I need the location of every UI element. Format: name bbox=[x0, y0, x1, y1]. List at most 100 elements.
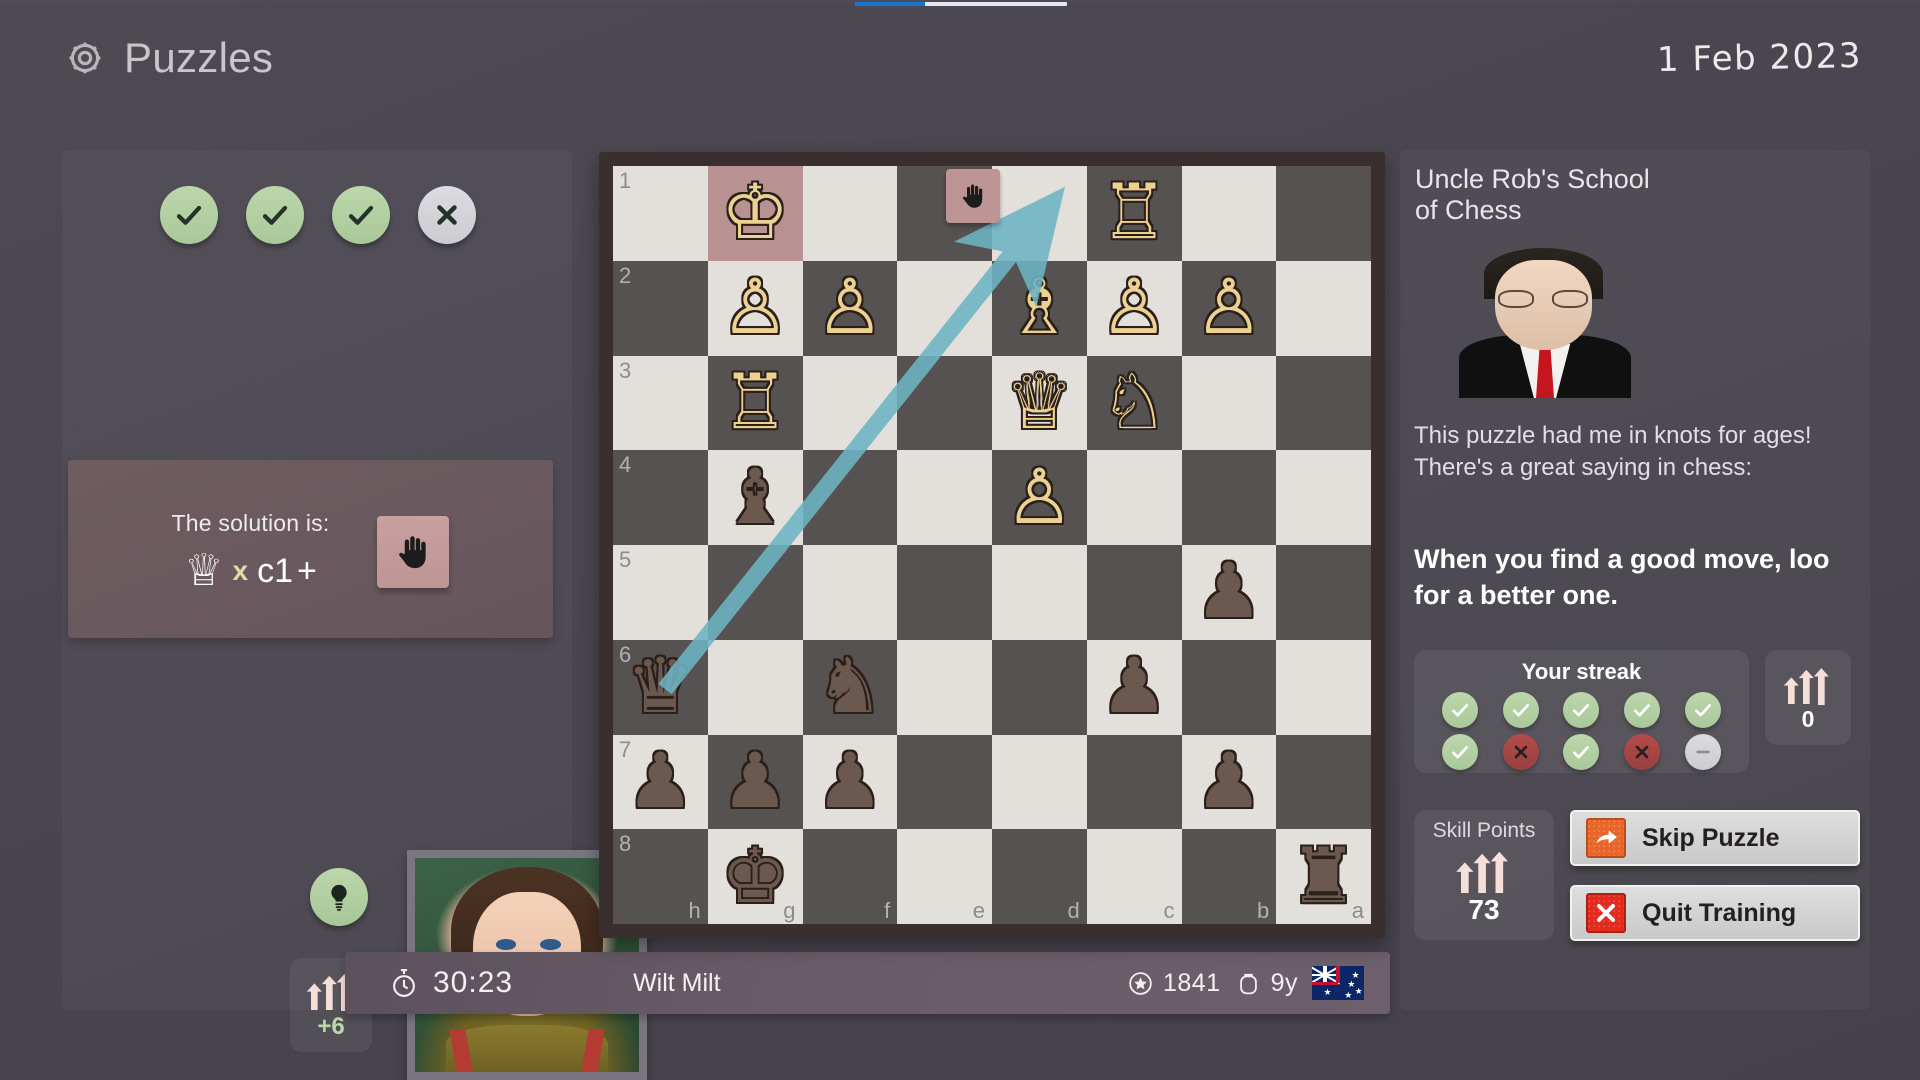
board-square-h4[interactable]: 4 bbox=[613, 450, 708, 545]
board-square-a7[interactable] bbox=[1276, 734, 1371, 830]
board-square-a6[interactable] bbox=[1276, 639, 1371, 735]
piece-w-king[interactable]: ♔ bbox=[708, 166, 803, 261]
quit-training-button[interactable]: Quit Training bbox=[1570, 885, 1860, 941]
board-square-h6[interactable]: 6 ♛ bbox=[613, 639, 708, 735]
board-square-d1[interactable] bbox=[992, 166, 1087, 261]
piece-w-bishop[interactable]: ♗ bbox=[992, 261, 1087, 356]
board-square-g8[interactable]: g ♚ bbox=[707, 829, 803, 924]
board-square-g4[interactable]: ♝ bbox=[707, 450, 803, 545]
board-square-g6[interactable] bbox=[707, 639, 803, 735]
board-square-c1[interactable]: ♖ bbox=[1086, 166, 1182, 261]
board-square-c3[interactable]: ♘ bbox=[1086, 355, 1182, 451]
board-square-b5[interactable]: ♟ bbox=[1181, 545, 1277, 640]
board-square-f7[interactable]: ♟ bbox=[802, 734, 898, 830]
board-square-b1[interactable] bbox=[1181, 166, 1277, 261]
stopwatch-icon bbox=[393, 969, 415, 997]
board-square-h8[interactable]: 8h bbox=[613, 829, 708, 924]
board-square-b8[interactable]: b bbox=[1181, 829, 1277, 924]
board-square-e8[interactable]: e bbox=[897, 829, 992, 924]
board-square-b4[interactable] bbox=[1181, 450, 1277, 545]
board-square-h2[interactable]: 2 bbox=[613, 260, 708, 356]
board-square-d4[interactable]: ♙ bbox=[992, 450, 1087, 545]
board-square-b2[interactable]: ♙ bbox=[1181, 260, 1277, 356]
board-square-e3[interactable] bbox=[897, 355, 992, 451]
board-square-b6[interactable] bbox=[1181, 639, 1277, 735]
board-square-a5[interactable] bbox=[1276, 545, 1371, 640]
piece-b-pawn[interactable]: ♟ bbox=[1087, 640, 1182, 735]
board-square-f2[interactable]: ♙ bbox=[802, 260, 898, 356]
piece-w-rook[interactable]: ♖ bbox=[1087, 166, 1182, 261]
board-square-d7[interactable] bbox=[992, 734, 1087, 830]
board-square-d8[interactable]: d bbox=[992, 829, 1087, 924]
board-square-a4[interactable] bbox=[1276, 450, 1371, 545]
board-square-f5[interactable] bbox=[802, 545, 898, 640]
board-square-f8[interactable]: f bbox=[802, 829, 898, 924]
piece-w-pawn[interactable]: ♙ bbox=[1087, 261, 1182, 356]
board-square-g1[interactable]: ♔ bbox=[707, 166, 803, 261]
board-square-h7[interactable]: 7 ♟ bbox=[613, 734, 708, 830]
solution-hand-button[interactable] bbox=[377, 515, 450, 588]
board-square-a3[interactable] bbox=[1276, 355, 1371, 451]
board-square-f1[interactable] bbox=[802, 166, 898, 261]
rank-label: 1 bbox=[619, 168, 632, 193]
board-square-c7[interactable] bbox=[1086, 734, 1182, 830]
board-square-e6[interactable] bbox=[897, 639, 992, 735]
piece-b-king[interactable]: ♚ bbox=[708, 829, 803, 924]
board-square-h1[interactable]: 1 bbox=[613, 166, 708, 261]
board-square-f4[interactable] bbox=[802, 450, 898, 545]
board-square-e2[interactable] bbox=[897, 260, 992, 356]
board-square-g5[interactable] bbox=[707, 545, 803, 640]
board-square-g2[interactable]: ♙ bbox=[707, 260, 803, 356]
board-square-f6[interactable]: ♞ bbox=[802, 639, 898, 735]
board-square-c5[interactable] bbox=[1086, 545, 1182, 640]
board-square-g7[interactable]: ♟ bbox=[707, 734, 803, 830]
piece-b-pawn[interactable]: ♟ bbox=[1182, 735, 1277, 830]
board-square-a2[interactable] bbox=[1276, 260, 1371, 356]
piece-b-queen[interactable]: ♛ bbox=[613, 640, 708, 735]
board-square-e7[interactable] bbox=[897, 734, 992, 830]
board-square-b7[interactable]: ♟ bbox=[1181, 734, 1277, 830]
file-label: b bbox=[1257, 898, 1270, 923]
board-square-c4[interactable] bbox=[1086, 450, 1182, 545]
board-square-d6[interactable] bbox=[992, 639, 1087, 735]
board-square-b3[interactable] bbox=[1181, 355, 1277, 451]
board-square-e5[interactable] bbox=[897, 545, 992, 640]
hint-button[interactable] bbox=[310, 868, 368, 926]
piece-w-pawn[interactable]: ♙ bbox=[992, 450, 1087, 545]
piece-w-queen[interactable]: ♕ bbox=[992, 356, 1087, 451]
board-square-g3[interactable]: ♖ bbox=[707, 355, 803, 451]
board-square-c8[interactable]: c bbox=[1086, 829, 1182, 924]
board-square-h3[interactable]: 3 bbox=[613, 355, 708, 451]
piece-w-knight[interactable]: ♘ bbox=[1087, 356, 1182, 451]
piece-b-rook[interactable]: ♜ bbox=[1276, 829, 1371, 924]
check-symbol: + bbox=[297, 551, 317, 590]
board-square-e4[interactable] bbox=[897, 450, 992, 545]
piece-b-knight[interactable]: ♞ bbox=[803, 640, 898, 735]
piece-b-bishop[interactable]: ♝ bbox=[708, 450, 803, 545]
piece-w-pawn[interactable]: ♙ bbox=[1182, 261, 1277, 356]
board-square-a1[interactable] bbox=[1276, 166, 1371, 261]
board-square-d5[interactable] bbox=[992, 545, 1087, 640]
piece-b-pawn[interactable]: ♟ bbox=[613, 735, 708, 830]
check-icon bbox=[1573, 746, 1590, 759]
board-square-f3[interactable] bbox=[802, 355, 898, 451]
board-square-a8[interactable]: a ♜ bbox=[1276, 829, 1371, 924]
chess-board[interactable]: 1 ♔ ♖ 2 ♙ ♙ ♗ ♙ ♙ 3 ♖ ♕ ♘ 4 ♝ ♙ 5 ♟ 6 ♛ ♞ ♟ 7 ♟ ♟ ♟ ♟ 8 h g ♚ f e d c b a ♜ bbox=[613, 166, 1371, 924]
piece-b-pawn[interactable]: ♟ bbox=[708, 735, 803, 830]
board-square-c6[interactable]: ♟ bbox=[1086, 639, 1182, 735]
piece-w-pawn[interactable]: ♙ bbox=[803, 261, 898, 356]
board-square-d3[interactable]: ♕ bbox=[992, 355, 1087, 451]
piece-w-rook[interactable]: ♖ bbox=[708, 356, 803, 451]
page-title-label: Puzzles bbox=[124, 34, 274, 81]
solution-move: ♕ x c1 + bbox=[172, 549, 330, 593]
age-icon bbox=[1239, 973, 1257, 994]
piece-b-pawn[interactable]: ♟ bbox=[803, 735, 898, 830]
coach-portrait bbox=[1455, 248, 1635, 398]
board-square-d2[interactable]: ♗ bbox=[992, 260, 1087, 356]
piece-w-pawn[interactable]: ♙ bbox=[708, 261, 803, 356]
skip-puzzle-button[interactable]: Skip Puzzle bbox=[1570, 810, 1860, 866]
board-square-c2[interactable]: ♙ bbox=[1086, 260, 1182, 356]
piece-b-pawn[interactable]: ♟ bbox=[1182, 545, 1277, 640]
board-square-h5[interactable]: 5 bbox=[613, 545, 708, 640]
streak-cell-6 bbox=[1442, 734, 1479, 770]
